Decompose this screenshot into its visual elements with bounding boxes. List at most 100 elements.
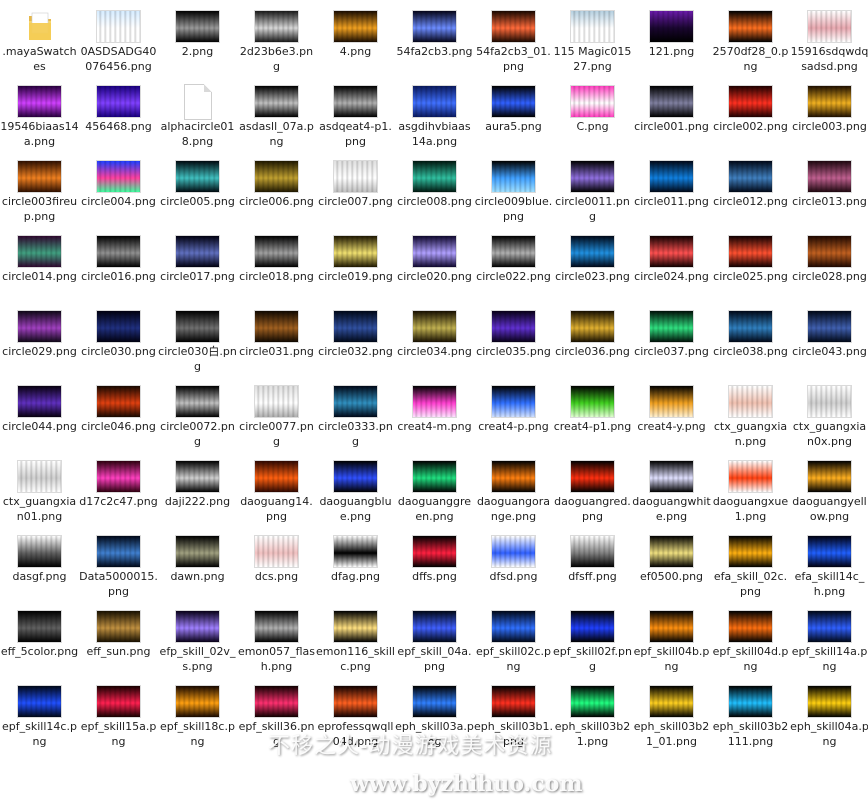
file-item[interactable]: circle001.png xyxy=(632,75,711,151)
file-item[interactable]: circle0333.png xyxy=(316,375,395,451)
file-item[interactable]: epf_skill04b.png xyxy=(632,600,711,676)
file-item[interactable]: circle006.png xyxy=(237,150,316,226)
file-item[interactable]: daoguangxue1.png xyxy=(711,450,790,526)
file-item[interactable]: circle008.png xyxy=(395,150,474,226)
file-item[interactable]: efa_skill_02c.png xyxy=(711,525,790,601)
file-item[interactable]: dawn.png xyxy=(158,525,237,601)
file-item[interactable]: dcs.png xyxy=(237,525,316,601)
file-item[interactable]: circle023.png xyxy=(553,225,632,301)
file-item[interactable]: circle009blue.png xyxy=(474,150,553,226)
file-item[interactable]: daoguangorange.png xyxy=(474,450,553,526)
file-item[interactable]: circle0077.png xyxy=(237,375,316,451)
file-item[interactable]: epf_skill02c.png xyxy=(474,600,553,676)
file-item[interactable]: asgdihvbiaas14a.png xyxy=(395,75,474,151)
file-item[interactable]: eph_skill03b2111.png xyxy=(711,675,790,751)
file-item[interactable]: dfsd.png xyxy=(474,525,553,601)
file-item[interactable]: 4.png xyxy=(316,0,395,76)
file-item[interactable]: asdasll_07a.png xyxy=(237,75,316,151)
file-item[interactable]: circle024.png xyxy=(632,225,711,301)
file-item[interactable]: epf_skill18c.png xyxy=(158,675,237,751)
file-item[interactable]: ctx_guangxian0x.png xyxy=(790,375,868,451)
file-item[interactable]: circle012.png xyxy=(711,150,790,226)
file-item[interactable]: circle029.png xyxy=(0,300,79,376)
file-item[interactable]: epf_skill02f.png xyxy=(553,600,632,676)
file-item[interactable]: dfag.png xyxy=(316,525,395,601)
file-item[interactable]: daoguang14.png xyxy=(237,450,316,526)
file-item[interactable]: circle034.png xyxy=(395,300,474,376)
file-item[interactable]: 0ASDSADG40076456.png xyxy=(79,0,158,76)
file-item[interactable]: circle025.png xyxy=(711,225,790,301)
file-item[interactable]: circle037.png xyxy=(632,300,711,376)
file-item[interactable]: circle011.png xyxy=(632,150,711,226)
file-item[interactable]: dasgf.png xyxy=(0,525,79,601)
file-item[interactable]: efp_skill_02v_s.png xyxy=(158,600,237,676)
file-item[interactable]: 54fa2cb3_01.png xyxy=(474,0,553,76)
file-item[interactable]: eph_skill03b21_01.png xyxy=(632,675,711,751)
file-item[interactable]: aura5.png xyxy=(474,75,553,151)
file-item[interactable]: circle030.png xyxy=(79,300,158,376)
file-item[interactable]: 2570df28_0.png xyxy=(711,0,790,76)
file-item[interactable]: eff_5color.png xyxy=(0,600,79,676)
file-item[interactable]: 19546biaas14a.png xyxy=(0,75,79,151)
file-item[interactable]: asdqeat4-p1.png xyxy=(316,75,395,151)
file-item[interactable]: circle036.png xyxy=(553,300,632,376)
file-item[interactable]: circle016.png xyxy=(79,225,158,301)
file-item[interactable]: dfsff.png xyxy=(553,525,632,601)
file-item[interactable]: circle043.png xyxy=(790,300,868,376)
file-item[interactable]: epf_skill04d.png xyxy=(711,600,790,676)
file-item[interactable]: epf_skill14a.png xyxy=(790,600,868,676)
file-item[interactable]: circle030白.png xyxy=(158,300,237,376)
file-item[interactable]: circle020.png xyxy=(395,225,474,301)
file-item[interactable]: circle035.png xyxy=(474,300,553,376)
file-item[interactable]: circle022.png xyxy=(474,225,553,301)
file-item[interactable]: emon057_flash.png xyxy=(237,600,316,676)
file-item[interactable]: eph_skill04a.png xyxy=(790,675,868,751)
file-item[interactable]: efa_skill14c_h.png xyxy=(790,525,868,601)
file-item[interactable]: circle032.png xyxy=(316,300,395,376)
file-item[interactable]: daoguangwhite.png xyxy=(632,450,711,526)
file-item[interactable]: daji222.png xyxy=(158,450,237,526)
file-item[interactable]: circle004.png xyxy=(79,150,158,226)
file-item[interactable]: ctx_guangxian.png xyxy=(711,375,790,451)
file-item[interactable]: Data5000015.png xyxy=(79,525,158,601)
file-item[interactable]: circle031.png xyxy=(237,300,316,376)
file-item[interactable]: epf_skill15a.png xyxy=(79,675,158,751)
file-item[interactable]: alphacircle018.png xyxy=(158,75,237,151)
file-item[interactable]: 456468.png xyxy=(79,75,158,151)
file-item[interactable]: 2.png xyxy=(158,0,237,76)
file-item[interactable]: circle013.png xyxy=(790,150,868,226)
file-item[interactable]: 54fa2cb3.png xyxy=(395,0,474,76)
file-item[interactable]: creat4-y.png xyxy=(632,375,711,451)
file-item[interactable]: circle028.png xyxy=(790,225,868,301)
file-item[interactable]: circle003.png xyxy=(790,75,868,151)
file-item[interactable]: circle0072.png xyxy=(158,375,237,451)
file-item[interactable]: eph_skill03b21.png xyxy=(553,675,632,751)
file-item[interactable]: 2d23b6e3.png xyxy=(237,0,316,76)
file-item[interactable]: circle007.png xyxy=(316,150,395,226)
file-item[interactable]: circle046.png xyxy=(79,375,158,451)
file-item[interactable]: circle003fireup.png xyxy=(0,150,79,226)
file-item[interactable]: creat4-p.png xyxy=(474,375,553,451)
file-item[interactable]: epf_skill14c.png xyxy=(0,675,79,751)
file-item[interactable]: C.png xyxy=(553,75,632,151)
file-item[interactable]: circle0011.png xyxy=(553,150,632,226)
file-item[interactable]: ctx_guangxian01.png xyxy=(0,450,79,526)
file-item[interactable]: daoguanggreen.png xyxy=(395,450,474,526)
file-item[interactable]: circle014.png xyxy=(0,225,79,301)
file-item[interactable]: eff_sun.png xyxy=(79,600,158,676)
file-item[interactable]: creat4-m.png xyxy=(395,375,474,451)
file-item[interactable]: circle018.png xyxy=(237,225,316,301)
file-item[interactable]: circle038.png xyxy=(711,300,790,376)
file-item[interactable]: emon116_skillc.png xyxy=(316,600,395,676)
file-item[interactable]: epf_skill_04a.png xyxy=(395,600,474,676)
file-item[interactable]: creat4-p1.png xyxy=(553,375,632,451)
file-item[interactable]: d17c2c47.png xyxy=(79,450,158,526)
file-item[interactable]: circle044.png xyxy=(0,375,79,451)
file-item[interactable]: .mayaSwatches xyxy=(0,0,79,76)
file-item[interactable]: circle005.png xyxy=(158,150,237,226)
file-item[interactable]: circle017.png xyxy=(158,225,237,301)
file-item[interactable]: dffs.png xyxy=(395,525,474,601)
file-item[interactable]: 115 Magic01527.png xyxy=(553,0,632,76)
file-item[interactable]: 121.png xyxy=(632,0,711,76)
file-item[interactable]: circle019.png xyxy=(316,225,395,301)
